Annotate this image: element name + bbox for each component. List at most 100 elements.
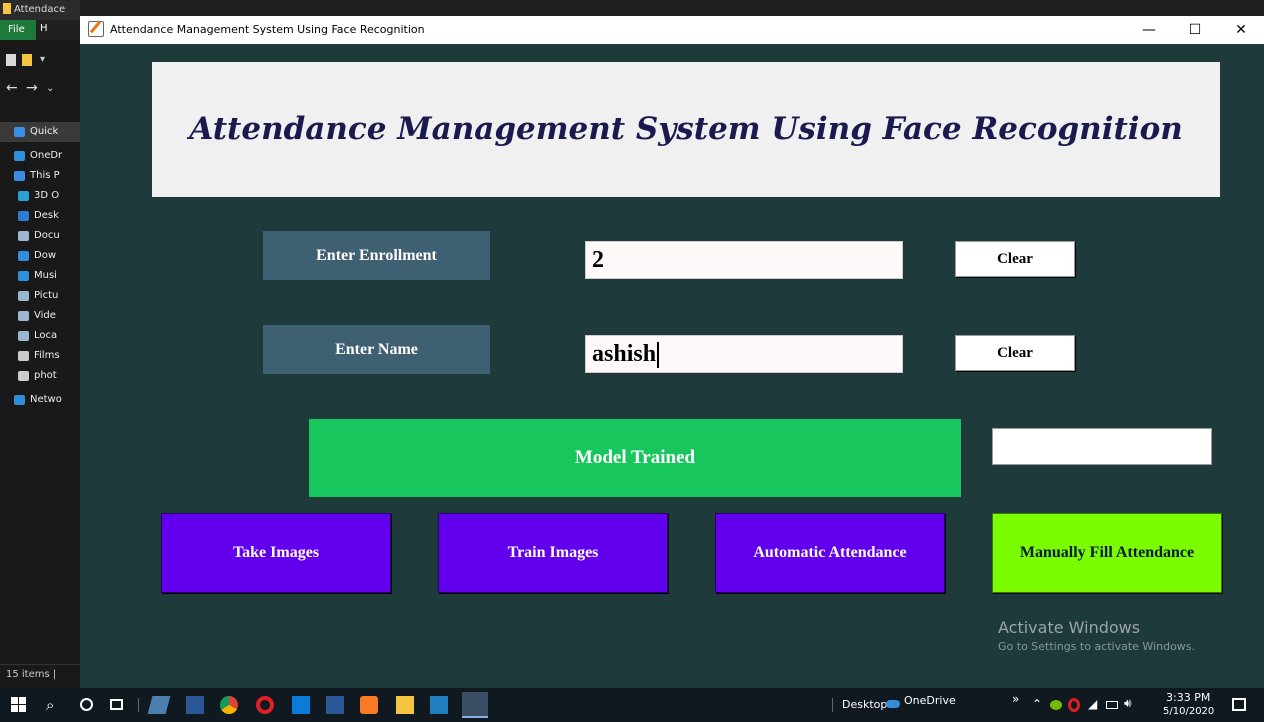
nav-item[interactable]: Netwo — [0, 390, 80, 410]
show-hidden-icons-icon[interactable]: ⌃ — [1032, 697, 1042, 711]
nav-item[interactable]: Pictu — [0, 286, 80, 306]
battery-icon[interactable] — [1106, 701, 1118, 709]
enrollment-input[interactable]: 2 — [585, 241, 903, 279]
nav-item[interactable]: Quick — [0, 122, 80, 142]
maximize-button[interactable]: ☐ — [1172, 16, 1218, 44]
nav-item[interactable]: Docu — [0, 226, 80, 246]
nav-item-label: OneDr — [30, 150, 63, 161]
explorer-titlebar[interactable]: Attendace — [0, 0, 80, 20]
page-title: Attendance Management System Using Face … — [189, 111, 1183, 147]
word-icon[interactable] — [186, 696, 204, 714]
title-bar[interactable]: Attendance Management System Using Face … — [80, 16, 1264, 44]
properties-icon[interactable] — [6, 54, 16, 66]
forward-arrow-icon[interactable]: → — [26, 80, 38, 96]
name-input[interactable]: ashish — [585, 335, 903, 373]
app-feather-icon — [88, 21, 104, 37]
take-images-button[interactable]: Take Images — [161, 513, 391, 593]
customize-toolbar-icon[interactable]: ▾ — [40, 54, 48, 66]
star-icon — [14, 127, 25, 137]
word-icon-2[interactable] — [326, 696, 344, 714]
explorer-status: 15 items | — [0, 664, 80, 684]
drive-icon — [18, 331, 29, 341]
nav-item-label: phot — [34, 370, 57, 381]
nav-item[interactable]: OneDr — [0, 146, 80, 166]
computer-icon — [14, 171, 25, 181]
action-center-icon[interactable] — [1232, 698, 1246, 711]
explorer-title: Attendace — [14, 4, 66, 15]
pictures-icon — [18, 291, 29, 301]
nav-item[interactable]: 3D O — [0, 186, 80, 206]
opera-icon[interactable] — [256, 696, 274, 714]
watermark-subtitle: Go to Settings to activate Windows. — [998, 640, 1196, 653]
nav-item-label: This P — [30, 170, 60, 181]
manual-attendance-button[interactable]: Manually Fill Attendance — [992, 513, 1222, 593]
name-value: ashish — [592, 341, 657, 367]
new-folder-icon[interactable] — [22, 54, 32, 66]
nav-item[interactable]: Loca — [0, 326, 80, 346]
explorer-ribbon: File H — [0, 20, 80, 40]
nav-item-label: Films — [34, 350, 60, 361]
status-message: Model Trained — [309, 419, 961, 497]
photos-icon[interactable] — [430, 696, 448, 714]
nav-item[interactable]: This P — [0, 166, 80, 186]
xampp-icon[interactable] — [360, 696, 378, 714]
start-windows-icon[interactable] — [10, 696, 28, 714]
file-tab[interactable]: File — [0, 20, 36, 40]
close-button[interactable]: ✕ — [1218, 16, 1264, 44]
screen: Attendace File H ▾ ← → ⌄ Quick OneDr This … — [0, 0, 1264, 722]
music-icon — [18, 271, 29, 281]
explorer-nav: ← → ⌄ — [0, 78, 80, 102]
minimize-button[interactable]: — — [1126, 16, 1172, 44]
nav-item-label: Pictu — [34, 290, 59, 301]
back-arrow-icon[interactable]: ← — [6, 80, 18, 96]
nav-item-label: Desk — [34, 210, 59, 221]
mail-icon[interactable] — [292, 696, 310, 714]
clock-time[interactable]: 3:33 PM — [1166, 691, 1210, 704]
navigation-pane: Quick OneDr This P 3D O Desk Docu Dow Musi Pictu… — [0, 122, 80, 410]
download-icon — [18, 251, 29, 261]
text-cursor — [657, 342, 660, 369]
search-icon[interactable]: ⌕ — [46, 696, 64, 714]
nav-item-label: Musi — [34, 270, 57, 281]
nav-item[interactable]: Dow — [0, 246, 80, 266]
nav-item[interactable]: Desk — [0, 206, 80, 226]
cloud-icon — [14, 151, 25, 161]
task-view-icon[interactable] — [110, 699, 123, 710]
side-entry-field[interactable] — [992, 428, 1212, 465]
cube-icon — [18, 191, 29, 201]
home-tab[interactable]: H — [40, 23, 48, 34]
nav-item-label: Dow — [34, 250, 56, 261]
document-icon — [18, 231, 29, 241]
clear-name-button[interactable]: Clear — [955, 335, 1075, 371]
clock-date[interactable]: 5/10/2020 — [1163, 706, 1214, 717]
taskbar: ⌕ Desktop OneDrive » ⌃ ◢ 🔊︎ 3:33 PM 5/10… — [0, 688, 1264, 722]
volume-icon[interactable]: 🔊︎ — [1124, 696, 1132, 711]
notes-app-icon[interactable] — [147, 696, 171, 714]
window-title: Attendance Management System Using Face … — [110, 23, 425, 36]
train-images-button[interactable]: Train Images — [438, 513, 668, 593]
clear-enrollment-button[interactable]: Clear — [955, 241, 1075, 277]
desktop-toolbar[interactable]: Desktop — [842, 698, 887, 711]
enrollment-value: 2 — [592, 247, 604, 273]
nav-item[interactable]: Films — [0, 346, 80, 366]
python-icon[interactable] — [462, 692, 488, 718]
toolbar-chevron[interactable]: » — [1012, 692, 1019, 706]
cortana-icon[interactable] — [80, 698, 93, 711]
file-explorer-icon[interactable] — [396, 696, 414, 714]
automatic-attendance-button[interactable]: Automatic Attendance — [715, 513, 945, 593]
nav-item[interactable]: Vide — [0, 306, 80, 326]
chrome-icon[interactable] — [220, 696, 238, 714]
nav-item[interactable]: phot — [0, 366, 80, 386]
quick-access-toolbar: ▾ — [0, 52, 80, 70]
nav-item-label: Loca — [34, 330, 58, 341]
nav-item[interactable]: Musi — [0, 266, 80, 286]
activate-windows-watermark: Activate Windows Go to Settings to activ… — [998, 618, 1195, 653]
onedrive-toolbar[interactable]: OneDrive — [904, 694, 956, 707]
taskbar-divider — [138, 698, 139, 712]
nvidia-icon[interactable] — [1050, 700, 1062, 710]
recent-locations-icon[interactable]: ⌄ — [46, 83, 54, 94]
nav-item-label: Quick — [30, 126, 59, 137]
header-banner: Attendance Management System Using Face … — [152, 62, 1220, 197]
opera-tray-icon[interactable] — [1068, 698, 1080, 712]
wifi-icon[interactable]: ◢ — [1088, 697, 1097, 711]
